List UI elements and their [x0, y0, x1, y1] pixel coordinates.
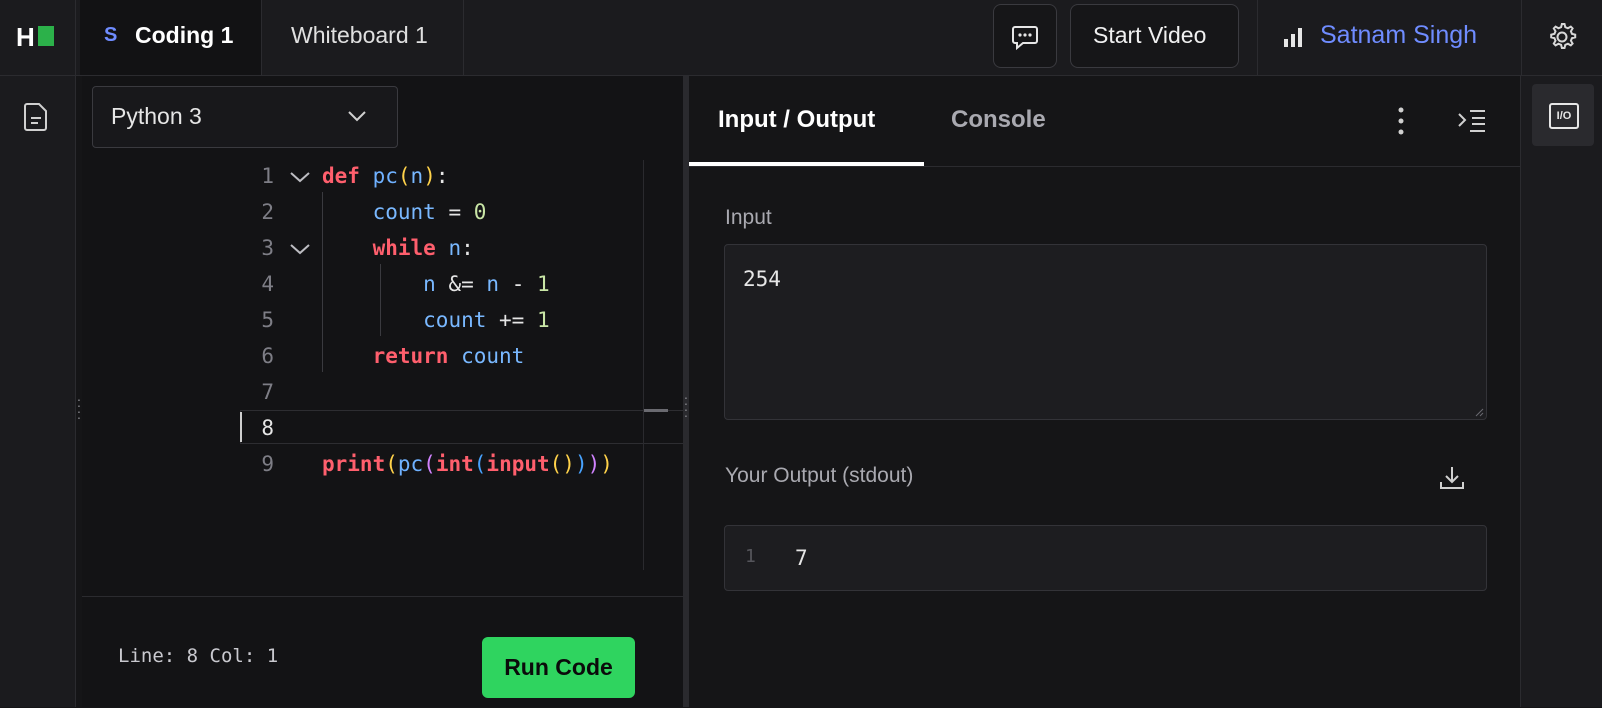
code-line-6: return count	[372, 344, 525, 368]
line-number: 5	[261, 308, 274, 332]
chevron-down-icon	[348, 111, 366, 122]
tab-badge: S	[104, 24, 118, 46]
output-label: Your Output (stdout)	[725, 464, 914, 487]
text-cursor	[240, 412, 242, 442]
stdout-output: 1 7	[724, 525, 1487, 591]
code-line-9: print(pc(int(input())))	[322, 452, 613, 476]
output-value: 7	[795, 546, 808, 570]
tab-whiteboard-1[interactable]: Whiteboard 1	[291, 22, 428, 49]
logo-green-block	[38, 26, 54, 46]
run-code-button[interactable]: Run Code	[482, 637, 635, 698]
input-label: Input	[725, 206, 772, 229]
line-number: 1	[261, 164, 274, 188]
top-bar: H S Coding 1 Whiteboard 1 Start Video Sa…	[0, 0, 1602, 76]
divider	[261, 0, 262, 75]
io-icon: I/O	[1549, 103, 1579, 129]
code-editor-panel: Python 3 1 2 3 4 5 6 7 8 9 def pc(n): co…	[82, 76, 684, 708]
download-icon[interactable]	[1438, 464, 1466, 492]
document-icon[interactable]	[23, 102, 49, 132]
divider	[75, 0, 76, 75]
right-rail: I/O	[1520, 76, 1602, 707]
logo-letter: H	[16, 22, 35, 52]
code-line-4: n &= n - 1	[423, 272, 550, 296]
current-line-highlight	[240, 410, 684, 444]
active-tab-indicator	[689, 162, 924, 166]
start-video-button[interactable]: Start Video	[1070, 4, 1239, 68]
collapse-panel-icon[interactable]	[1457, 108, 1487, 134]
fold-chevron-icon[interactable]	[289, 242, 311, 256]
signal-strength-icon	[1284, 28, 1302, 47]
io-toggle-button[interactable]: I/O	[1532, 84, 1594, 146]
line-number: 9	[261, 452, 274, 476]
line-number: 7	[261, 380, 274, 404]
gear-icon[interactable]	[1546, 21, 1578, 53]
tab-coding-1-label[interactable]: Coding 1	[135, 22, 233, 49]
minimap-marker	[644, 409, 668, 412]
fold-chevron-icon[interactable]	[289, 170, 311, 184]
code-line-3: while n:	[372, 236, 474, 260]
tab-input-output[interactable]: Input / Output	[718, 106, 875, 134]
line-number: 3	[261, 236, 274, 260]
resize-grip-icon[interactable]	[1474, 407, 1484, 417]
output-line-number: 1	[745, 546, 756, 567]
code-area[interactable]: 1 2 3 4 5 6 7 8 9 def pc(n): count = 0 w…	[82, 158, 683, 578]
more-vertical-icon[interactable]	[1397, 106, 1405, 136]
editor-scroll-track[interactable]	[643, 160, 644, 570]
divider	[1257, 0, 1258, 75]
divider	[1521, 0, 1522, 75]
chat-icon	[1012, 26, 1038, 50]
line-number: 6	[261, 344, 274, 368]
user-name[interactable]: Satnam Singh	[1320, 21, 1477, 50]
divider	[463, 0, 464, 75]
left-rail: · · · ·	[0, 76, 81, 707]
stdin-input[interactable]: 254	[724, 244, 1487, 420]
io-tab-bar: Input / Output Console	[689, 76, 1520, 167]
hackerrank-logo[interactable]: H	[16, 22, 60, 52]
start-video-label: Start Video	[1093, 22, 1207, 48]
cursor-position: Line: 8 Col: 1	[118, 645, 279, 667]
input-value: 254	[743, 267, 781, 291]
chat-button[interactable]	[993, 4, 1057, 68]
io-panel: Input / Output Console Input 254 Your Ou…	[689, 76, 1520, 707]
code-line-1: def pc(n):	[322, 164, 449, 188]
tab-console[interactable]: Console	[951, 106, 1046, 134]
language-select[interactable]: Python 3	[92, 86, 398, 148]
line-number: 2	[261, 200, 274, 224]
code-line-2: count = 0	[372, 200, 487, 224]
language-value: Python 3	[111, 103, 202, 129]
code-line-5: count += 1	[423, 308, 550, 332]
line-number: 4	[261, 272, 274, 296]
editor-status-bar: Line: 8 Col: 1 Run Code	[82, 596, 683, 708]
